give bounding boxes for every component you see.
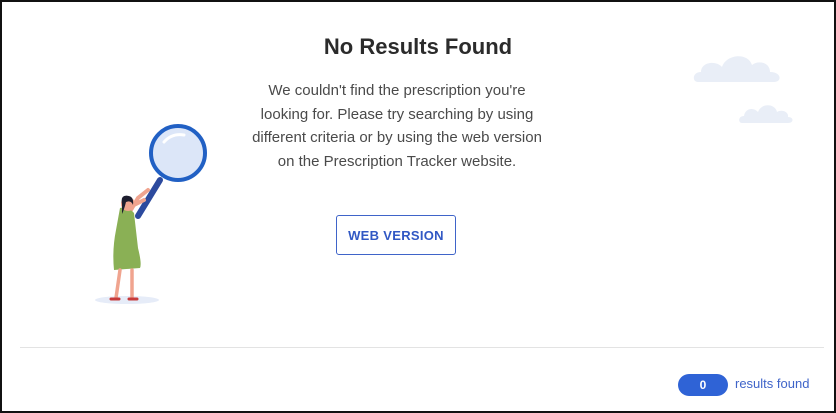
- divider: [20, 347, 824, 348]
- no-results-message: We couldn't find the prescription you're…: [252, 82, 542, 170]
- results-count-label: results found: [735, 376, 810, 391]
- results-count-badge: 0: [678, 374, 728, 396]
- page-title: No Results Found: [323, 34, 513, 59]
- no-results-panel: No Results Found We couldn't find the pr…: [0, 0, 836, 413]
- cloud-icon: [739, 105, 793, 123]
- web-version-button[interactable]: WEB VERSION: [336, 215, 456, 255]
- woman-with-magnifying-glass-icon: [95, 124, 207, 304]
